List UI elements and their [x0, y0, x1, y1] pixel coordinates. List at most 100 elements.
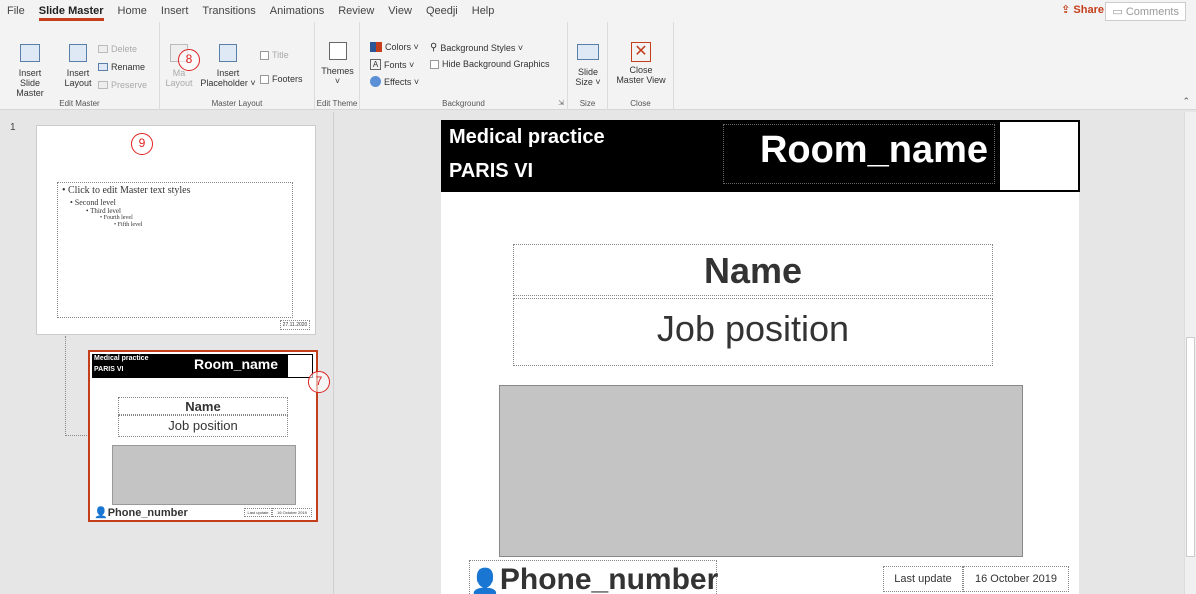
delete-button[interactable]: Delete [98, 44, 137, 54]
tab-slide-master[interactable]: Slide Master [32, 0, 111, 22]
title-checkbox[interactable]: Title [260, 50, 289, 60]
tab-animations[interactable]: Animations [263, 0, 331, 22]
layout-last-update: Last update [244, 508, 272, 517]
close-master-view-label-1: Close [629, 65, 653, 75]
title-checkbox-label: Title [272, 50, 289, 60]
insert-slide-master-label-1: Insert Slide [18, 68, 42, 88]
master-level-2: • Second level [70, 198, 116, 207]
annotation-9: 9 [131, 133, 153, 155]
footers-checkbox-label: Footers [272, 74, 303, 84]
placeholder-icon [219, 44, 237, 62]
collapse-ribbon-icon[interactable]: ⌃ [1182, 96, 1190, 107]
layout-thumbnail[interactable]: Medical practice PARIS VI Room_name Name… [88, 350, 318, 522]
rename-label: Rename [111, 62, 146, 72]
hide-background-graphics-checkbox[interactable]: Hide Background Graphics [430, 59, 550, 69]
layout-picture-placeholder [112, 445, 296, 505]
insert-layout-label-2: Layout [64, 78, 92, 88]
tab-review[interactable]: Review [331, 0, 381, 22]
slide-size-icon [577, 44, 599, 60]
background-styles-label: Background Styles ˅ [440, 42, 524, 53]
slide-size-label-2: Size ˅ [575, 77, 601, 87]
main-slide[interactable]: Medical practice PARIS VI Room_name Name… [441, 120, 1080, 594]
slide-phone[interactable]: 👤Phone_number [469, 560, 718, 594]
tab-transitions[interactable]: Transitions [195, 0, 262, 22]
group-label-close: Close [630, 99, 651, 108]
slide-number: 1 [10, 122, 16, 133]
background-styles-icon: ⚲ [430, 42, 438, 53]
master-date-placeholder: 27.11.2020 [280, 320, 310, 330]
master-layout-label-2: Layout [165, 78, 193, 88]
comments-label: Comments [1125, 6, 1179, 18]
insert-layout-button[interactable]: Insert Layout [62, 44, 94, 88]
tab-home[interactable]: Home [111, 0, 154, 22]
layout-job-position: Job position [118, 415, 288, 437]
vertical-scrollbar[interactable] [1184, 112, 1196, 594]
layout-date: 16 October 2019 [272, 508, 312, 517]
slide-size-label-1: Slide [577, 67, 598, 77]
rename-button[interactable]: Rename [98, 62, 145, 72]
comments-button[interactable]: ▭ Comments [1105, 2, 1186, 21]
ribbon-tab-bar: File Slide Master Home Insert Transition… [0, 0, 1196, 22]
group-edit-master: Insert Slide Master Insert Layout Delete… [0, 22, 160, 110]
layout-title-2: PARIS VI [94, 366, 124, 373]
hide-background-graphics-label: Hide Background Graphics [442, 59, 550, 69]
master-text-styles: • Click to edit Master text styles [62, 185, 191, 196]
insert-layout-label-1: Insert [66, 68, 90, 78]
person-headset-icon: 👤 [470, 568, 500, 594]
close-master-view-button[interactable]: ✕ Close Master View [612, 42, 670, 85]
background-styles-dropdown[interactable]: ⚲ Background Styles ˅ [430, 42, 523, 53]
slide-last-update[interactable]: Last update [883, 566, 963, 592]
title-checkbox-box [260, 50, 269, 60]
tab-file[interactable]: File [0, 0, 32, 22]
footers-checkbox[interactable]: Footers [260, 74, 303, 84]
slide-job-position[interactable]: Job position [513, 298, 993, 366]
themes-icon [328, 42, 347, 60]
close-icon: ✕ [631, 42, 651, 62]
group-label-master-layout: Master Layout [211, 99, 263, 108]
slide-date[interactable]: 16 October 2019 [963, 566, 1069, 592]
tab-qeedji[interactable]: Qeedji [419, 0, 465, 22]
preserve-button[interactable]: Preserve [98, 80, 147, 90]
colors-icon [370, 42, 382, 52]
slide-size-button[interactable]: Slide Size ˅ [572, 44, 604, 87]
share-button[interactable]: ⇪ Share [1061, 3, 1104, 16]
slide-picture-placeholder[interactable] [499, 385, 1023, 557]
themes-button[interactable]: Themes ˅ [319, 42, 356, 86]
layout-connector [65, 336, 89, 436]
effects-dropdown[interactable]: Effects ˅ [370, 76, 419, 87]
master-body-placeholder[interactable]: • Click to edit Master text styles • Sec… [57, 182, 293, 318]
dialog-launcher-icon[interactable]: ⇲ [558, 99, 564, 107]
tab-view[interactable]: View [381, 0, 419, 22]
themes-dropdown-arrow: ˅ [334, 76, 341, 86]
colors-label: Colors ˅ [385, 42, 419, 52]
slide-room-name[interactable]: Room_name [723, 124, 995, 184]
layout-name: Name [118, 397, 288, 415]
rename-icon [98, 63, 108, 71]
layout-title-bar: Medical practice PARIS VI Room_name [92, 354, 287, 378]
share-label: Share [1073, 4, 1104, 16]
preserve-icon [98, 81, 108, 89]
fonts-dropdown[interactable]: A Fonts ˅ [370, 59, 414, 70]
slide-logo-box [998, 120, 1080, 192]
insert-placeholder-button[interactable]: Insert Placeholder ˅ [198, 44, 258, 88]
slide-name[interactable]: Name [513, 244, 993, 296]
slide-master-icon [20, 44, 40, 62]
footers-checkbox-box [260, 74, 269, 84]
insert-slide-master-button[interactable]: Insert Slide Master [10, 44, 50, 98]
slide-editing-canvas[interactable]: Medical practice PARIS VI Room_name Name… [334, 112, 1184, 594]
delete-label: Delete [111, 44, 138, 54]
master-level-4: • Fourth level [100, 215, 133, 221]
group-edit-theme: Themes ˅ Edit Theme [315, 22, 360, 110]
master-level-5: • Fifth level [114, 222, 143, 228]
master-slide-thumbnail[interactable]: • Click to edit Master text styles • Sec… [36, 125, 316, 335]
group-background: Colors ˅ A Fonts ˅ Effects ˅ ⚲ Background … [360, 22, 568, 110]
thumbnail-pane[interactable]: 1 • Click to edit Master text styles • S… [0, 112, 334, 594]
scroll-thumb[interactable] [1186, 337, 1195, 557]
tab-insert[interactable]: Insert [154, 0, 196, 22]
layout-logo-box [287, 354, 313, 378]
tab-help[interactable]: Help [465, 0, 502, 22]
insert-slide-master-label-2: Master [16, 88, 44, 98]
slide-title-2: PARIS VI [449, 160, 534, 182]
colors-dropdown[interactable]: Colors ˅ [370, 42, 419, 52]
fonts-icon: A [370, 59, 381, 70]
